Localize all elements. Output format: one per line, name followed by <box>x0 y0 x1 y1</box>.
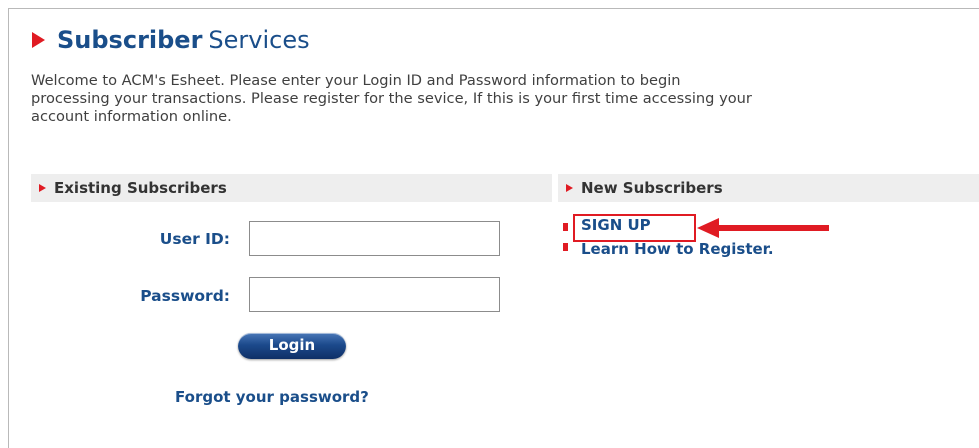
intro-line: account information online. <box>31 108 232 125</box>
red-square-bullet-icon <box>563 243 568 251</box>
red-square-bullet-icon <box>563 223 568 231</box>
page-title-rest: Services <box>208 26 310 54</box>
existing-subscribers-header: Existing Subscribers <box>31 174 552 202</box>
page-title-bold: Subscriber <box>57 26 203 54</box>
small-red-triangle-icon <box>39 184 46 192</box>
password-input[interactable] <box>249 277 500 312</box>
user-id-label: User ID: <box>159 230 230 248</box>
red-arrow-icon <box>697 218 829 238</box>
intro-text: Welcome to ACM's Esheet. Please enter yo… <box>31 72 977 126</box>
page-title: Subscriber Services <box>32 26 310 54</box>
new-subscribers-header: New Subscribers <box>558 174 979 202</box>
intro-line: processing your transactions. Please reg… <box>31 90 752 107</box>
user-id-input[interactable] <box>249 221 500 256</box>
sign-up-link[interactable]: SIGN UP <box>581 216 651 234</box>
password-label: Password: <box>140 287 230 305</box>
learn-how-to-register-link[interactable]: Learn How to Register. <box>581 240 774 258</box>
red-triangle-icon <box>32 32 45 48</box>
forgot-password-link[interactable]: Forgot your password? <box>175 388 369 406</box>
small-red-triangle-icon <box>566 184 573 192</box>
new-subscribers-title: New Subscribers <box>581 179 723 197</box>
existing-subscribers-title: Existing Subscribers <box>54 179 227 197</box>
intro-line: Welcome to ACM's Esheet. Please enter yo… <box>31 72 681 89</box>
login-button[interactable]: Login <box>238 333 346 359</box>
